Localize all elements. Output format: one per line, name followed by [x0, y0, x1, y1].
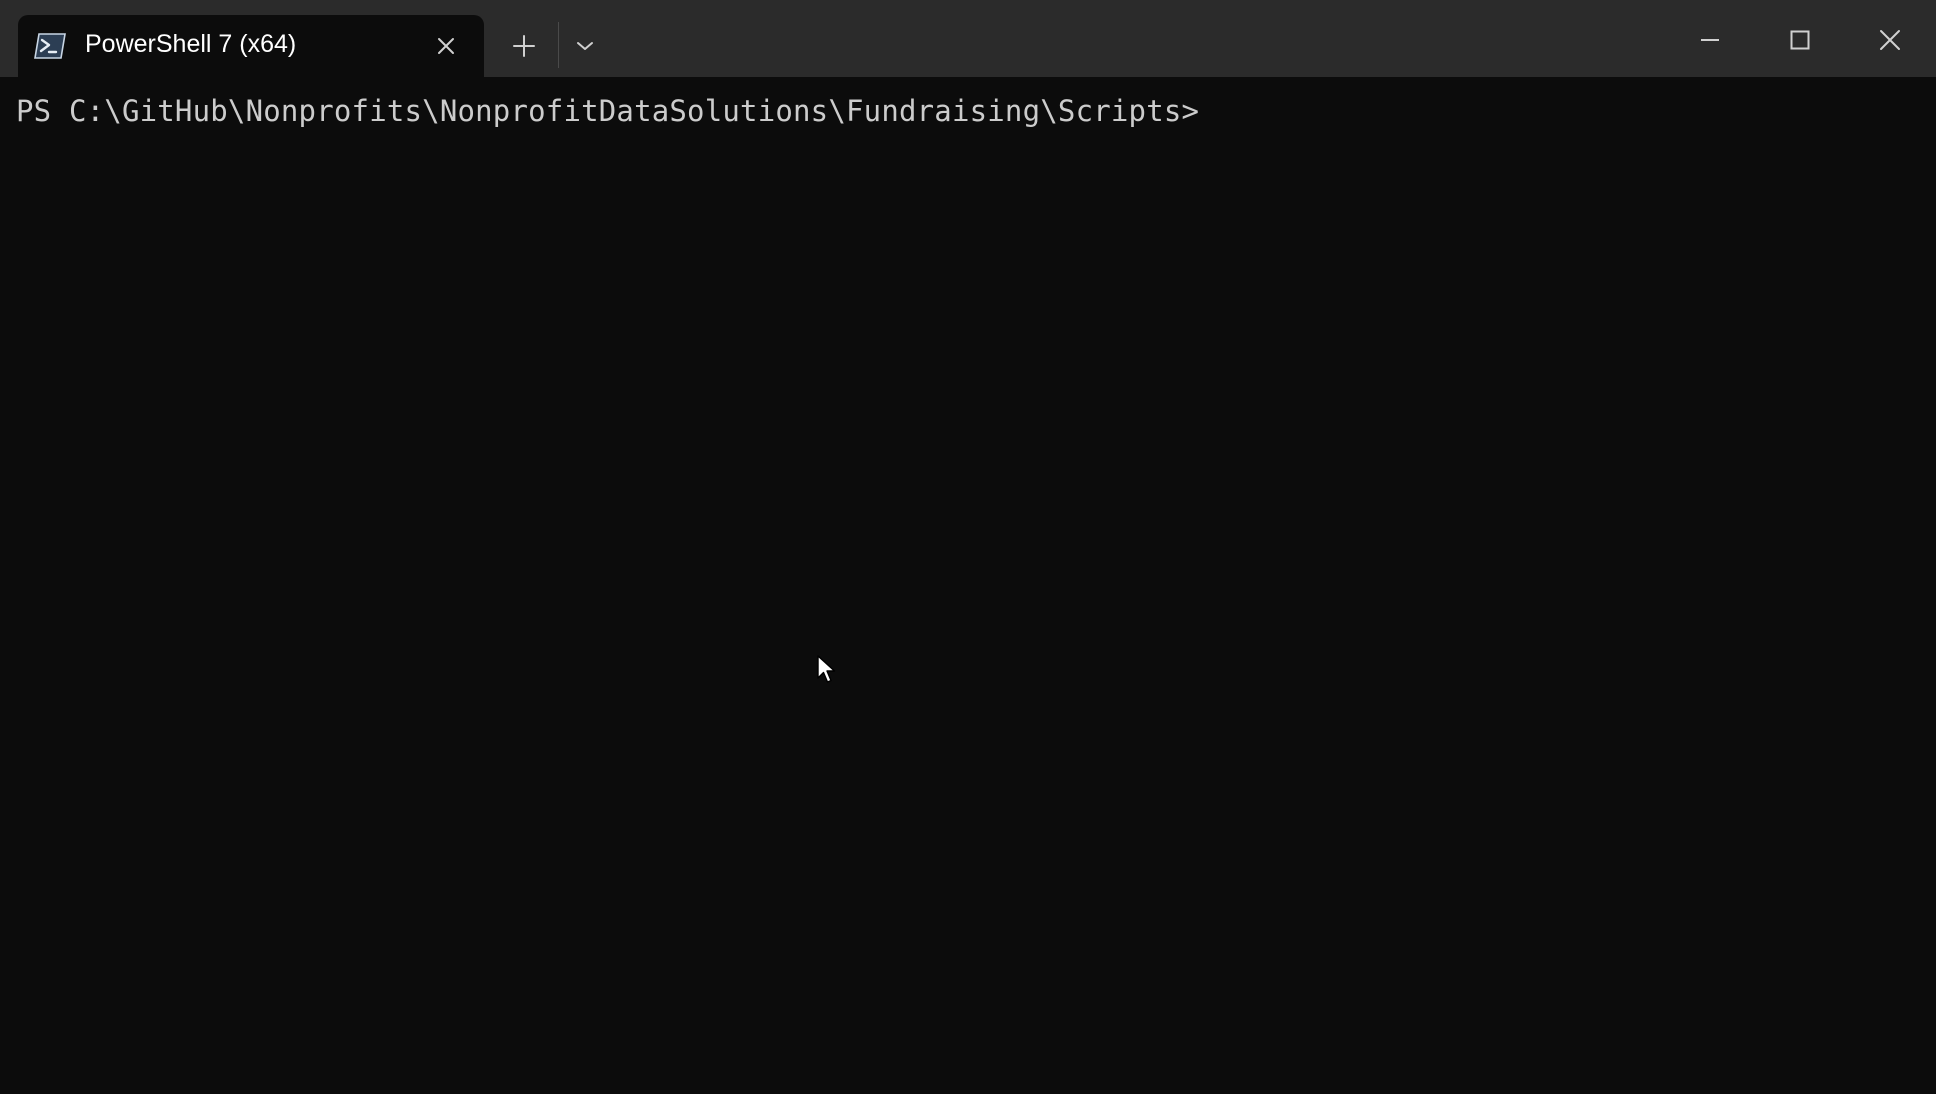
tab-powershell[interactable]: PowerShell 7 (x64)	[18, 15, 484, 77]
minimize-button[interactable]	[1688, 20, 1732, 60]
tab-close-button[interactable]	[430, 30, 462, 62]
terminal-window: PowerShell 7 (x64) PS C:\GitHub\Nonprofi…	[0, 0, 1936, 1094]
prompt-line: PS C:\GitHub\Nonprofits\NonprofitDataSol…	[16, 94, 1200, 128]
title-bar[interactable]: PowerShell 7 (x64)	[0, 0, 1936, 77]
plus-icon	[513, 35, 535, 57]
close-window-button[interactable]	[1868, 20, 1912, 60]
terminal-output[interactable]: PS C:\GitHub\Nonprofits\NonprofitDataSol…	[0, 77, 1936, 1094]
new-tab-button[interactable]	[506, 28, 542, 64]
maximize-button[interactable]	[1778, 20, 1822, 60]
close-icon	[438, 38, 454, 54]
mouse-pointer-icon	[817, 655, 837, 685]
chevron-down-icon	[577, 42, 593, 50]
tab-separator	[558, 22, 559, 68]
maximize-icon	[1790, 30, 1810, 50]
minimize-icon	[1701, 39, 1719, 41]
powershell-icon	[34, 33, 66, 59]
new-tab-dropdown-button[interactable]	[568, 28, 602, 64]
close-icon	[1880, 30, 1900, 50]
tab-title: PowerShell 7 (x64)	[85, 30, 297, 58]
